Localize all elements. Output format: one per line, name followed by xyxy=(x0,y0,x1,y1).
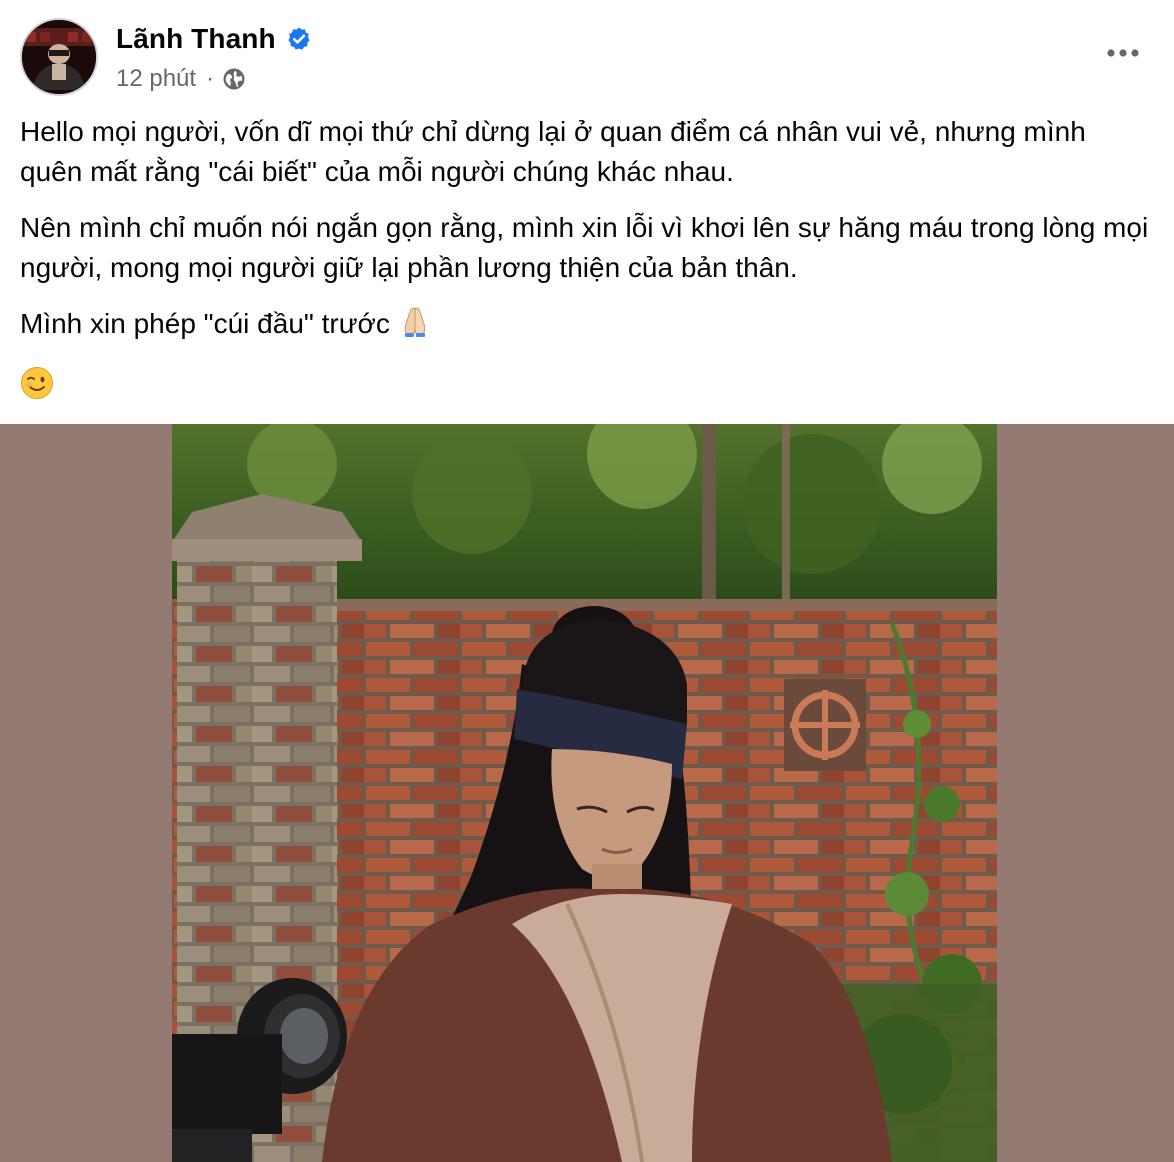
post-timestamp[interactable]: 12 phút xyxy=(116,65,196,93)
more-options-icon xyxy=(1107,49,1139,57)
post-text: Hello mọi người, vốn dĩ mọi thứ chỉ dừng… xyxy=(20,112,1150,365)
verified-badge-icon xyxy=(286,26,312,52)
author-avatar[interactable] xyxy=(20,18,98,96)
post-paragraph-3: Mình xin phép "cúi đầu" trước xyxy=(20,304,1150,349)
post-paragraph-2: Nên mình chỉ muốn nói ngắn gọn rằng, mìn… xyxy=(20,212,1149,283)
post-paragraph-1: Hello mọi người, vốn dĩ mọi thứ chỉ dừng… xyxy=(20,116,1086,187)
facebook-post: Lãnh Thanh 12 phút · Hello mọi người, vố… xyxy=(0,0,1174,1162)
post-header: Lãnh Thanh 12 phút · xyxy=(0,0,1174,110)
author-name[interactable]: Lãnh Thanh xyxy=(116,23,276,55)
post-paragraph-3-text: Mình xin phép "cúi đầu" trước xyxy=(20,308,390,339)
more-options-button[interactable] xyxy=(1100,36,1146,70)
author-row: Lãnh Thanh xyxy=(116,20,312,58)
wink-emoji xyxy=(20,366,54,400)
globe-icon[interactable] xyxy=(222,67,246,91)
post-photo[interactable] xyxy=(172,424,997,1162)
post-media xyxy=(0,424,1174,1162)
folded-hands-emoji xyxy=(398,304,432,349)
meta-separator: · xyxy=(206,65,215,92)
post-meta: 12 phút · xyxy=(116,63,246,95)
